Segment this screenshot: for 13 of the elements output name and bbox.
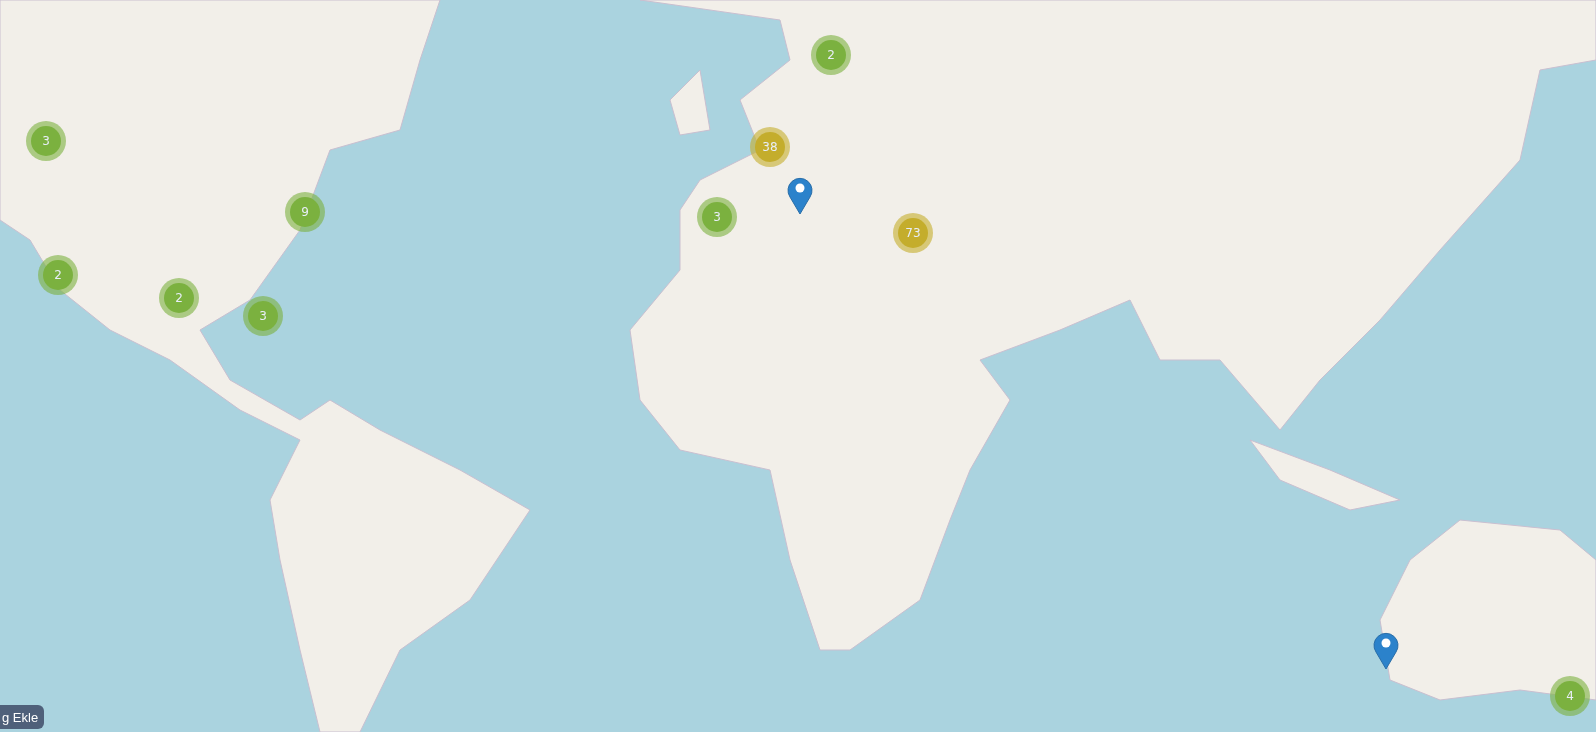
cluster-marker[interactable]: 3 — [243, 296, 283, 336]
map-pin-icon[interactable] — [1373, 630, 1399, 670]
add-button[interactable]: g Ekle — [0, 705, 45, 729]
cluster-marker[interactable]: 2 — [38, 255, 78, 295]
cluster-marker[interactable]: 2 — [811, 35, 851, 75]
cluster-marker[interactable]: 3 — [697, 197, 737, 237]
map-pin-icon[interactable] — [787, 175, 813, 215]
cluster-marker[interactable]: 2 — [159, 278, 199, 318]
cluster-marker[interactable]: 38 — [750, 127, 790, 167]
cluster-marker[interactable]: 73 — [893, 213, 933, 253]
cluster-marker[interactable]: 9 — [285, 192, 325, 232]
cluster-marker[interactable]: 3 — [26, 121, 66, 161]
cluster-marker[interactable]: 4 — [1550, 676, 1590, 716]
